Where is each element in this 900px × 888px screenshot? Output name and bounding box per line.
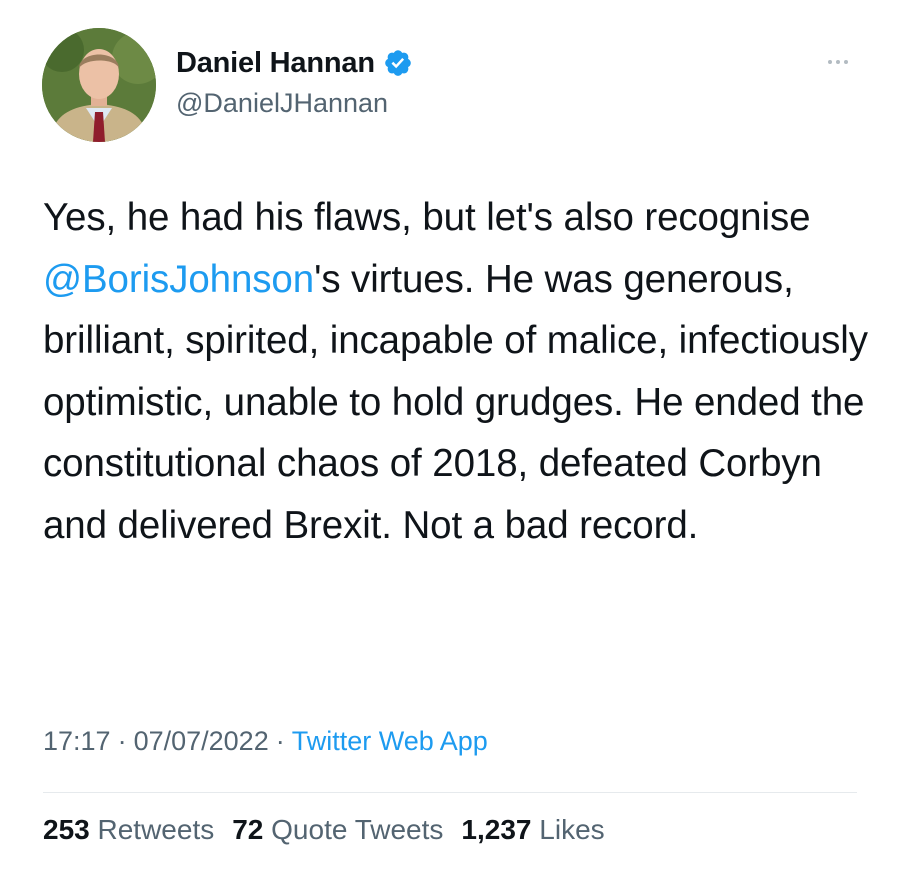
divider bbox=[43, 792, 857, 793]
likes-label: Likes bbox=[539, 814, 605, 845]
tweet-time[interactable]: 17:17 bbox=[43, 726, 111, 756]
tweet-source[interactable]: Twitter Web App bbox=[292, 726, 488, 756]
meta-separator: · bbox=[117, 726, 127, 756]
retweets-label: Retweets bbox=[97, 814, 215, 845]
retweets-count: 253 bbox=[43, 814, 90, 845]
likes-count: 1,237 bbox=[461, 814, 532, 845]
quotes-count: 72 bbox=[232, 814, 264, 845]
handle[interactable]: @DanielJHannan bbox=[176, 88, 413, 119]
tweet-meta: 17:17 · 07/07/2022 · Twitter Web App bbox=[43, 726, 488, 757]
author-block: Daniel Hannan @DanielJHannan bbox=[176, 46, 413, 119]
tweet-date[interactable]: 07/07/2022 bbox=[134, 726, 269, 756]
more-options-icon[interactable] bbox=[818, 50, 858, 74]
meta-separator: · bbox=[275, 726, 285, 756]
tweet-text: Yes, he had his flaws, but let's also re… bbox=[43, 187, 873, 556]
tweet-text-part: Yes, he had his flaws, but let's also re… bbox=[43, 196, 811, 239]
avatar[interactable] bbox=[42, 28, 156, 142]
tweet-card: Daniel Hannan @DanielJHannan Yes, he had… bbox=[0, 0, 900, 888]
verified-badge-icon bbox=[385, 50, 411, 76]
likes-stat[interactable]: 1,237 Likes bbox=[461, 814, 604, 846]
retweets-stat[interactable]: 253 Retweets bbox=[43, 814, 214, 846]
engagement-stats: 253 Retweets 72 Quote Tweets 1,237 Likes bbox=[43, 814, 623, 846]
quotes-label: Quote Tweets bbox=[271, 814, 444, 845]
quote-tweets-stat[interactable]: 72 Quote Tweets bbox=[232, 814, 443, 846]
mention-link[interactable]: @BorisJohnson bbox=[43, 258, 314, 301]
display-name[interactable]: Daniel Hannan bbox=[176, 47, 375, 80]
